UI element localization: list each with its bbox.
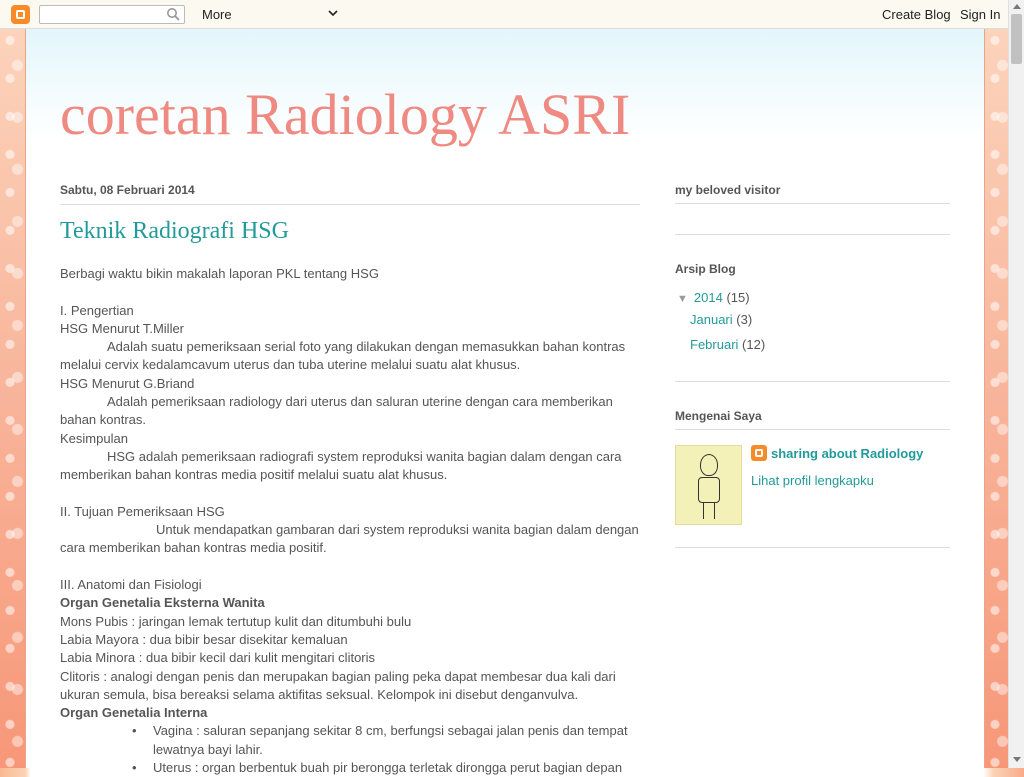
- post-title[interactable]: Teknik Radiografi HSG: [60, 218, 289, 245]
- archive-year-count: (15): [726, 290, 750, 305]
- divider: [675, 381, 950, 382]
- post-paragraph: Clitoris : analogi dengan penis dan meru…: [60, 668, 616, 702]
- post-paragraph: II. Tujuan Pemeriksaan HSG: [60, 503, 225, 519]
- search-icon[interactable]: [166, 7, 180, 21]
- scroll-down-icon[interactable]: [1013, 757, 1021, 762]
- visitor-widget-title: my beloved visitor: [675, 183, 781, 197]
- left-decoration: [0, 29, 25, 768]
- post-paragraph: HSG adalah pemeriksaan radiografi system…: [60, 448, 622, 483]
- section-heading: Organ Genetalia Interna: [60, 705, 208, 721]
- section-heading: Organ Genetalia Eksterna Wanita: [60, 595, 265, 611]
- archive-month-count: (12): [742, 337, 766, 352]
- post-paragraph: Kesimpulan: [60, 430, 128, 446]
- profile-avatar[interactable]: [675, 445, 742, 525]
- post-paragraph: Untuk mendapatkan gambaran dari system r…: [60, 522, 639, 556]
- bullet-icon: •: [132, 760, 137, 776]
- post-paragraph: Labia Minora : dua bibir kecil dari kuli…: [60, 650, 376, 666]
- bullet-text: Vagina : saluran sepanjang sekitar 8 cm,…: [153, 723, 628, 757]
- post-paragraph: HSG Menurut T.Miller: [60, 320, 185, 336]
- post-paragraph: Mons Pubis : jaringan lemak tertutup kul…: [60, 613, 412, 629]
- blogger-logo-icon[interactable]: [11, 5, 30, 24]
- view-profile-link[interactable]: Lihat profil lengkapku: [751, 473, 874, 488]
- blogger-navbar: More Create Blog Sign In: [0, 0, 1024, 29]
- archive-year-link[interactable]: 2014: [694, 290, 723, 305]
- scroll-up-icon[interactable]: [1013, 4, 1021, 9]
- post-paragraph: Adalah pemeriksaan radiology dari uterus…: [60, 394, 613, 428]
- divider: [675, 234, 950, 235]
- post-paragraph: HSG Menurut G.Briand: [60, 375, 195, 391]
- collapse-triangle-icon[interactable]: ▼: [677, 293, 688, 305]
- archive-month-link[interactable]: Januari: [690, 312, 733, 327]
- divider: [675, 429, 950, 430]
- archive-month-item[interactable]: Januari (3): [690, 312, 752, 327]
- archive-month-link[interactable]: Februari: [690, 337, 738, 352]
- archive-title: Arsip Blog: [675, 262, 736, 276]
- more-menu[interactable]: More: [202, 7, 232, 22]
- post-date: Sabtu, 08 Februari 2014: [60, 183, 640, 205]
- archive-month-item[interactable]: Februari (12): [690, 337, 765, 352]
- post-paragraph: III. Anatomi dan Fisiologi: [60, 577, 202, 593]
- blog-title[interactable]: coretan Radiology ASRI: [60, 81, 630, 148]
- post-body: Berbagi waktu bikin makalah laporan PKL …: [60, 265, 640, 777]
- vertical-scrollbar[interactable]: [1008, 0, 1024, 768]
- right-decoration: [985, 29, 1008, 768]
- archive-year-item[interactable]: ▼ 2014 (15): [677, 290, 750, 305]
- blogger-icon: [751, 445, 767, 461]
- profile-name-link[interactable]: sharing about Radiology: [771, 446, 923, 461]
- bullet-text: Uterus : organ berbentuk buah pir berong…: [153, 760, 623, 776]
- divider: [675, 203, 950, 204]
- scrollbar-thumb[interactable]: [1011, 14, 1022, 64]
- bullet-icon: •: [132, 723, 137, 739]
- sign-in-link[interactable]: Sign In: [960, 7, 1000, 22]
- bullet-item: • Uterus : organ berbentuk buah pir beron…: [60, 759, 640, 777]
- chevron-down-icon[interactable]: [328, 8, 338, 18]
- search-input[interactable]: [39, 5, 185, 24]
- about-title: Mengenai Saya: [675, 409, 762, 423]
- post-paragraph: I. Pengertian: [60, 302, 134, 318]
- post-paragraph: Berbagi waktu bikin makalah laporan PKL …: [60, 266, 379, 281]
- post-paragraph: Adalah suatu pemeriksaan serial foto yan…: [60, 339, 626, 373]
- divider: [675, 547, 950, 548]
- archive-month-count: (3): [736, 312, 753, 327]
- post-paragraph: Labia Mayora : dua bibir besar disekitar…: [60, 631, 348, 647]
- bullet-item: • Vagina : saluran sepanjang sekitar 8 cm…: [60, 722, 640, 759]
- create-blog-link[interactable]: Create Blog: [882, 7, 951, 22]
